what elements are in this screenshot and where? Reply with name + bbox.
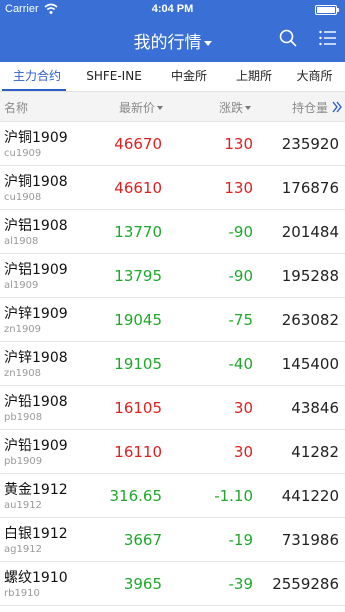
price-change: -75 <box>228 311 254 329</box>
contract-name: 白银1912 <box>4 526 68 542</box>
latest-price: 13795 <box>114 267 162 285</box>
contract-name: 沪铝1908 <box>4 218 68 234</box>
latest-price: 46670 <box>114 135 162 153</box>
sort-icon <box>157 106 164 110</box>
contract-code: pb1909 <box>4 456 43 467</box>
price-change: -90 <box>228 267 254 285</box>
latest-price: 3667 <box>123 531 162 549</box>
sort-icon <box>245 106 252 110</box>
price-change: -19 <box>228 531 254 549</box>
price-change: 130 <box>224 135 253 153</box>
contract-code: pb1908 <box>4 412 43 423</box>
table-row[interactable]: 沪铜1908 cu1908 46610 130 176876 <box>0 166 345 210</box>
contract-name: 沪铜1908 <box>4 174 68 190</box>
exchange-tabs: 主力合约 SHFE-INE 中金所 上期所 大商所 <box>0 62 345 92</box>
tab-main-contracts[interactable]: 主力合约 <box>0 62 74 90</box>
open-interest: 235920 <box>281 135 339 153</box>
price-change: 30 <box>233 443 253 461</box>
app-header: Carrier 4:04 PM 我的行情 <box>0 0 345 62</box>
contract-code: cu1908 <box>4 192 42 203</box>
chevron-down-icon <box>203 40 212 46</box>
table-row[interactable]: 沪铅1908 pb1908 16105 30 43846 <box>0 386 345 430</box>
column-price[interactable]: 最新价 <box>119 99 164 116</box>
table-row[interactable]: 沪铜1909 cu1909 46670 130 235920 <box>0 122 345 166</box>
column-header-row: 名称 最新价 涨跌 持仓量 <box>0 92 345 122</box>
tab-cffex[interactable]: 中金所 <box>154 62 224 90</box>
latest-price: 19045 <box>114 311 162 329</box>
status-bar: Carrier 4:04 PM <box>0 0 345 20</box>
price-change: -90 <box>228 223 254 241</box>
latest-price: 46610 <box>114 179 162 197</box>
table-row[interactable]: 沪铝1908 al1908 13770 -90 201484 <box>0 210 345 254</box>
tab-shfe[interactable]: 上期所 <box>224 62 284 90</box>
table-row[interactable]: 白银1912 ag1912 3667 -19 731986 <box>0 518 345 562</box>
open-interest: 145400 <box>281 355 339 373</box>
contract-code: al1908 <box>4 236 39 247</box>
contract-code: al1909 <box>4 280 39 291</box>
battery-icon <box>315 5 339 15</box>
latest-price: 316.65 <box>109 487 163 505</box>
contract-name: 沪锌1909 <box>4 306 68 322</box>
price-change: 30 <box>233 399 253 417</box>
search-icon[interactable] <box>279 29 297 47</box>
price-change: 130 <box>224 179 253 197</box>
open-interest: 41282 <box>291 443 339 461</box>
price-change: -1.10 <box>214 487 253 505</box>
open-interest: 263082 <box>281 311 339 329</box>
quote-list: 沪铜1909 cu1909 46670 130 235920 沪铜1908 cu1908 46… <box>0 122 345 606</box>
column-open-interest[interactable]: 持仓量 <box>292 99 328 116</box>
contract-name: 沪铅1909 <box>4 438 68 454</box>
latest-price: 16105 <box>114 399 162 417</box>
table-row[interactable]: 螺纹1910 rb1910 3965 -39 2559286 <box>0 562 345 606</box>
contract-name: 沪铅1908 <box>4 394 68 410</box>
open-interest: 731986 <box>281 531 339 549</box>
latest-price: 16110 <box>114 443 162 461</box>
active-tab-indicator <box>2 89 66 91</box>
open-interest: 2559286 <box>272 575 339 593</box>
double-chevron-right-icon[interactable] <box>332 101 342 113</box>
table-row[interactable]: 沪锌1908 zn1908 19105 -40 145400 <box>0 342 345 386</box>
tab-shfe-ine[interactable]: SHFE-INE <box>74 62 154 90</box>
contract-name: 沪铜1909 <box>4 130 68 146</box>
column-price-label: 最新价 <box>119 101 156 115</box>
contract-name: 沪锌1908 <box>4 350 68 366</box>
contract-name: 螺纹1910 <box>4 570 68 586</box>
latest-price: 19105 <box>114 355 162 373</box>
tab-dce[interactable]: 大商所 <box>284 62 345 90</box>
page-title-text: 我的行情 <box>133 33 202 53</box>
status-time: 4:04 PM <box>151 3 194 15</box>
contract-code: zn1908 <box>4 368 42 379</box>
contract-name: 黄金1912 <box>4 482 68 498</box>
contract-code: ag1912 <box>4 544 42 555</box>
contract-code: zn1909 <box>4 324 42 335</box>
column-name: 名称 <box>4 101 29 115</box>
open-interest: 201484 <box>281 223 339 241</box>
latest-price: 13770 <box>114 223 162 241</box>
list-menu-icon[interactable] <box>319 30 337 46</box>
table-row[interactable]: 沪铅1909 pb1909 16110 30 41282 <box>0 430 345 474</box>
table-row[interactable]: 黄金1912 au1912 316.65 -1.10 441220 <box>0 474 345 518</box>
table-row[interactable]: 沪铝1909 al1909 13795 -90 195288 <box>0 254 345 298</box>
table-row[interactable]: 沪锌1909 zn1909 19045 -75 263082 <box>0 298 345 342</box>
open-interest: 195288 <box>281 267 339 285</box>
contract-code: rb1910 <box>4 588 40 599</box>
price-change: -40 <box>228 355 254 373</box>
price-change: -39 <box>228 575 254 593</box>
latest-price: 3965 <box>123 575 162 593</box>
contract-code: au1912 <box>4 500 42 511</box>
open-interest: 43846 <box>291 399 339 417</box>
open-interest: 176876 <box>281 179 339 197</box>
contract-name: 沪铝1909 <box>4 262 68 278</box>
contract-code: cu1909 <box>4 148 42 159</box>
column-change-label: 涨跌 <box>219 101 244 115</box>
column-change[interactable]: 涨跌 <box>219 99 252 116</box>
open-interest: 441220 <box>281 487 339 505</box>
